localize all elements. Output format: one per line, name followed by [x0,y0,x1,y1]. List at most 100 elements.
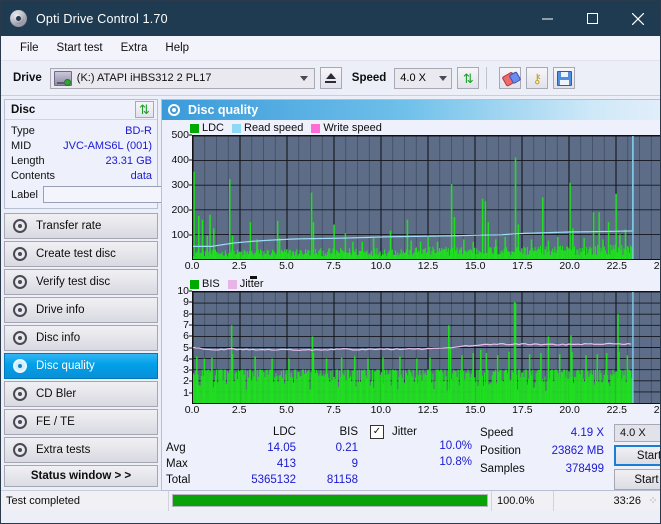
x-tick-label: 17.5 [512,260,533,272]
bis-chart-row: 12345678910 4%8%12%16%20% [162,285,660,404]
row-label-avg: Avg [166,442,186,454]
disc-row-key: MID [11,139,32,152]
x-tick-label: 12.5 [417,404,439,416]
disc-row-value: BD-R [125,124,152,137]
legend-label: Read speed [244,122,304,134]
sidebar-item-label: Transfer rate [36,220,102,232]
menu-item-help[interactable]: Help [156,39,198,57]
erase-button[interactable] [499,67,522,89]
jitter-checkbox[interactable]: ✓ [370,425,384,439]
sidebar-item-extra-tests[interactable]: Extra tests [4,437,158,463]
drive-select-value: (K:) ATAPI iHBS312 2 PL17 [76,72,212,84]
legend-label: Write speed [323,122,382,134]
position-row: Position 23862 MB [480,442,608,460]
refresh-button[interactable]: ⇅ [457,67,480,89]
window-controls [525,1,660,36]
minimize-icon[interactable] [525,1,570,36]
sidebar-item-fe-te[interactable]: FE / TE [4,409,158,435]
sidebar-item-label: Extra tests [36,444,91,456]
y-tick-label: 500 [171,129,189,141]
speed-result-label: Speed [480,427,514,439]
disc-row-key: Length [11,154,45,167]
keys-button[interactable]: ⚷ [526,67,549,89]
table-row: Total 5365132 81158 [166,472,358,488]
refresh-icon: ⇅ [139,102,150,117]
sidebar-item-cd-bler[interactable]: CD Bler [4,381,158,407]
bis-chart-x-axis: 0.0 2.5 5.0 7.5 10.0 12.5 15.0 17.5 20.0 22.5 25.0… [185,404,660,418]
disc-row-value: 23.31 GB [105,154,152,167]
legend-entry-jitter: Jitter [227,278,264,290]
page-title: Disc quality [188,103,259,117]
start-part-button[interactable]: Start part [614,469,660,490]
cell-total-ldc: 5365132 [251,474,296,486]
row-label-max: Max [166,458,188,470]
menu-item-extra[interactable]: Extra [112,39,157,57]
x-tick-label: 20.0 [559,260,580,272]
elapsed-time: 33:26 [613,494,641,507]
progress-bar-fill [173,495,487,506]
cell-total-bis: 81158 [326,474,358,486]
progress-bar [172,494,488,507]
sidebar-item-verify-test-disc[interactable]: Verify test disc [4,269,158,295]
jitter-header: ✓ Jitter [370,424,476,440]
toolbar: Drive (K:) ATAPI iHBS312 2 PL17 Speed 4.… [1,61,660,96]
legend-swatch [227,279,237,289]
disc-info-rows: Type BD-R MID JVC-AMS6L (001) Length 23.… [5,120,245,208]
sidebar-item-disc-info[interactable]: Disc info [4,325,158,351]
resize-grip-icon[interactable]: ⁘ [646,491,660,511]
sidebar-item-disc-quality[interactable]: Disc quality [4,353,158,379]
sidebar-item-transfer-rate[interactable]: Transfer rate [4,213,158,239]
legend-entry-write-speed: Write speed [311,122,382,134]
measurement-column: Speed 4.19 X Position 23862 MB Samples 3… [480,424,608,490]
cell-avg-bis: 0.21 [335,442,358,454]
jitter-label: Jitter [392,426,417,438]
table-row: Avg 14.05 0.21 [166,440,358,456]
x-tick-label: 7.5 [326,404,341,416]
menu-item-start-test[interactable]: Start test [48,39,112,57]
speed-row: Speed 4.19 X [480,424,608,442]
sidebar-item-drive-info[interactable]: Drive info [4,297,158,323]
x-tick-label: 2.5 [231,404,247,416]
x-tick-label: 22.5 [606,404,628,416]
jitter-marker-icon [250,276,257,279]
speed-label: Speed [351,72,387,84]
toolbar-divider [486,67,488,89]
maximize-icon[interactable] [570,1,615,36]
x-tick-label: 10.0 [370,404,392,416]
samples-value: 378499 [565,463,604,475]
jitter-column: ✓ Jitter 10.0% 10.8% [370,424,476,490]
disc-row-mid: MID JVC-AMS6L (001) [11,138,152,153]
x-tick-label: 12.5 [417,260,439,272]
eject-icon [325,73,337,83]
x-tick-label: 2.5 [231,260,247,272]
y-tick-label: 200 [171,204,189,216]
speed-result-value: 4.19 X [570,427,604,439]
legend-label: Jitter [239,278,264,290]
status-window-button[interactable]: Status window > > [4,465,158,487]
x-tick-label: 25.0 [653,404,660,416]
eject-button[interactable] [319,67,342,89]
close-icon[interactable] [615,1,660,36]
disc-panel-header: Disc ⇅ [5,100,157,120]
ldc-chart-legend: LDC Read speed Write speed [162,121,660,135]
menu-item-file[interactable]: File [11,39,48,57]
disc-test-icon [13,247,27,261]
start-full-button[interactable]: Start full [614,445,660,467]
drive-select[interactable]: (K:) ATAPI iHBS312 2 PL17 [49,67,315,89]
ldc-chart-x-axis: 0.0 2.5 5.0 7.5 10.0 12.5 15.0 17.5 20.0 22.5 25.0… [185,260,660,274]
save-icon [556,70,572,86]
save-button[interactable] [553,67,576,89]
eraser-icon [501,70,522,87]
speed-select[interactable]: 4.0 X [394,67,453,89]
statistics-area: LDC BIS Avg 14.05 0.21 Max 413 9 Total 5… [162,418,660,490]
legend-swatch [190,123,199,133]
disc-refresh-button[interactable]: ⇅ [135,101,154,118]
test-speed-select[interactable]: 4.0 X [614,424,660,443]
panel-header: Disc quality [162,100,660,120]
refresh-icon: ⇅ [462,70,474,86]
jitter-max-value: 10.8% [439,456,472,468]
x-tick-label: 0.0 [184,404,200,416]
y-tick-label: 400 [171,154,189,166]
samples-row: Samples 378499 [480,460,608,478]
sidebar-item-create-test-disc[interactable]: Create test disc [4,241,158,267]
